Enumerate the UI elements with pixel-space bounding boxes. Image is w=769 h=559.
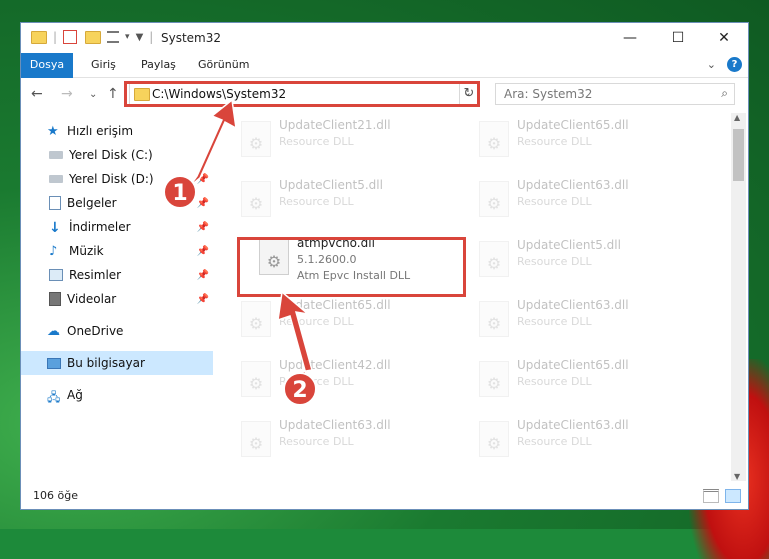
step-badge-2: 2 (283, 372, 317, 406)
annotation-arrows (189, 98, 313, 376)
arrow-2 (277, 290, 313, 376)
arrow-1 (189, 98, 237, 187)
step-badge-1: 1 (163, 175, 197, 209)
